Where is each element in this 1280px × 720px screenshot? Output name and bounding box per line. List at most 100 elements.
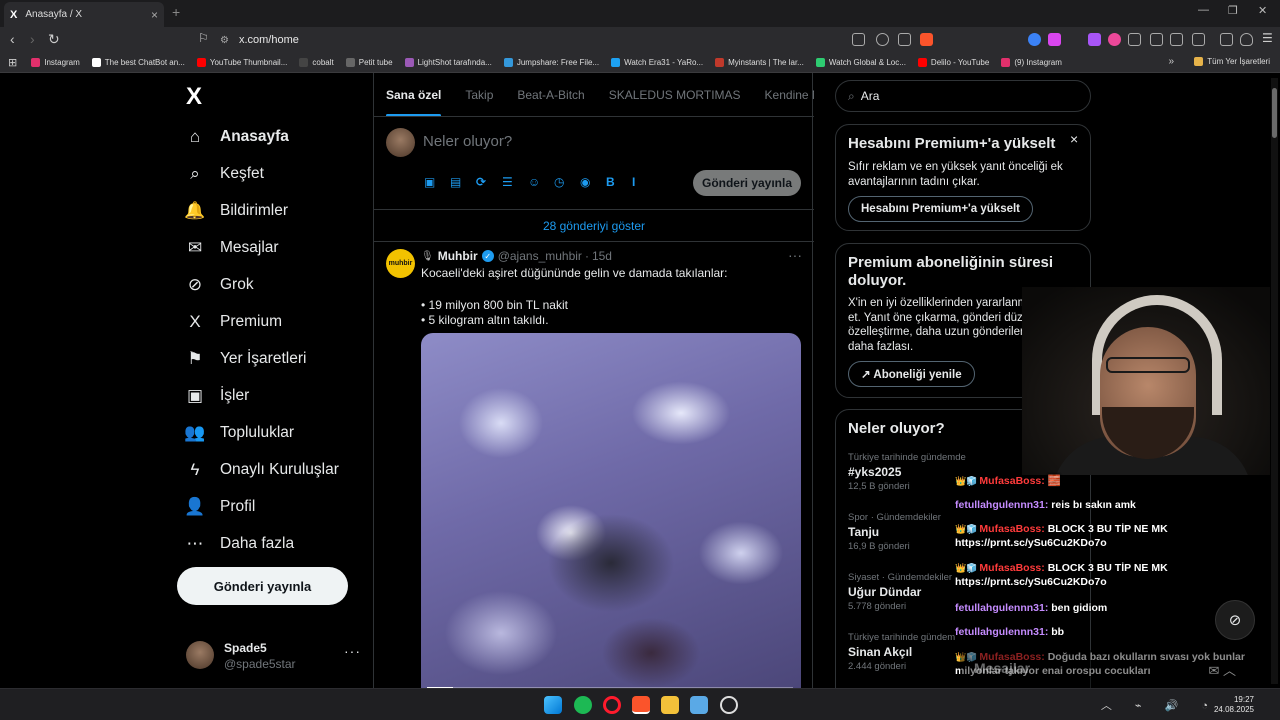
scroll-thumb[interactable] <box>1272 88 1277 138</box>
opera-icon[interactable] <box>603 696 621 714</box>
nav-item-profile[interactable]: 👤 Profil <box>184 489 255 525</box>
forward-icon[interactable]: › <box>30 31 35 47</box>
poll-icon[interactable]: ☰ <box>502 175 528 189</box>
trend-item[interactable]: Siyaset · Gündemdekiler Uğur Dündar 5.778 … <box>848 572 952 612</box>
extension-7-icon[interactable] <box>1170 33 1183 46</box>
browser-tab[interactable]: X Anasayfa / X × <box>4 2 164 27</box>
windows-start-icon[interactable] <box>544 696 562 714</box>
file-explorer-icon[interactable] <box>661 696 679 714</box>
emoji-icon[interactable]: ☺ <box>528 175 554 189</box>
grok-floating-icon[interactable]: ⊘ <box>1215 600 1255 640</box>
nav-item-home[interactable]: ⌂ Anasayfa <box>184 119 289 155</box>
bookmark-item[interactable]: Watch Era31 - YaRo... <box>611 58 703 67</box>
share-icon[interactable] <box>898 33 911 46</box>
spotify-icon[interactable] <box>574 696 592 714</box>
apps-grid-icon[interactable]: ⊞ <box>8 56 17 69</box>
tweet-more-icon[interactable]: ··· <box>788 247 802 263</box>
bookmark-item[interactable]: (9) Instagram <box>1001 58 1062 67</box>
bookmark-item[interactable]: Delilo - YouTube <box>917 58 989 67</box>
upgrade-premium-plus-button[interactable]: Hesabını Premium+'a yükselt <box>848 196 1034 222</box>
url-bar[interactable]: ⚙ x.com/home <box>220 30 950 50</box>
schedule-icon[interactable]: ◷ <box>554 175 580 189</box>
extension-6-icon[interactable] <box>1150 33 1163 46</box>
account-switcher[interactable]: Spade5 @spade5star ··· <box>186 639 364 675</box>
puzzle-extensions-icon[interactable] <box>1192 33 1205 46</box>
music-icon[interactable] <box>1220 33 1233 46</box>
show-new-posts-link[interactable]: 28 gönderiyi göster <box>374 210 814 242</box>
bookmark-item[interactable]: LightShot tarafında... <box>404 58 492 67</box>
timeline-tab[interactable]: Sana özel <box>374 73 453 116</box>
obs-icon[interactable] <box>720 696 738 714</box>
tweet-author-name[interactable]: Muhbir <box>438 249 478 263</box>
bookmark-item[interactable]: YouTube Thumbnail... <box>196 58 287 67</box>
extension-3-icon[interactable] <box>1088 33 1101 46</box>
system-tray-icons[interactable]: ︿ ⌁ 🔊 ◔ <box>1101 697 1218 713</box>
site-info-icon[interactable]: ⚙ <box>220 35 229 46</box>
nav-item-x-premium[interactable]: X Premium <box>184 304 282 340</box>
post-button[interactable]: Gönderi yayınla <box>177 567 348 605</box>
trend-item[interactable]: Türkiye tarihinde gündemde #yks2025 12,5 B… <box>848 452 966 492</box>
system-clock[interactable]: 19:27 24.08.2025 <box>1214 695 1254 715</box>
messages-drawer-icons[interactable]: ✉ ︿ <box>1208 660 1236 679</box>
extension-2-icon[interactable] <box>1048 33 1061 46</box>
nav-item-more-circle[interactable]: ⋯ Daha fazla <box>184 526 295 562</box>
composer-input[interactable]: Neler oluyor? <box>423 133 512 150</box>
vpn-shield-icon[interactable] <box>1240 33 1253 46</box>
brave-icon[interactable] <box>632 696 650 714</box>
nav-item-bell[interactable]: 🔔 Bildirimler <box>184 193 288 229</box>
close-window-icon[interactable]: ✕ <box>1258 4 1267 17</box>
back-icon[interactable]: ‹ <box>10 31 15 47</box>
more-options-icon[interactable]: ··· <box>344 643 361 659</box>
tweet-video[interactable] <box>421 333 801 688</box>
italic-icon[interactable]: I <box>632 175 658 189</box>
reload-icon[interactable]: ↻ <box>48 31 60 48</box>
bookmark-item[interactable]: Instagram <box>31 58 80 67</box>
image-icon[interactable]: ▣ <box>424 175 450 189</box>
bookmarks-overflow-icon[interactable]: » <box>1168 56 1174 67</box>
timeline-tab[interactable]: Beat-A-Bitch <box>505 73 596 116</box>
timeline-tab[interactable]: Kendine Müz <box>753 73 814 116</box>
grok-icon[interactable]: ⟳ <box>476 175 502 189</box>
gif-icon[interactable]: ▤ <box>450 175 476 189</box>
trend-item[interactable]: Türkiye tarihinde gündem Sinan Akçıl 2.444… <box>848 632 955 672</box>
extension-4-icon[interactable] <box>1108 33 1121 46</box>
renew-subscription-button[interactable]: ↗ Aboneliği yenile <box>848 361 975 387</box>
zoom-icon[interactable] <box>876 33 889 46</box>
maximize-icon[interactable]: ❐ <box>1228 4 1238 17</box>
nav-item-communities[interactable]: 👥 Topluluklar <box>184 415 294 451</box>
cast-icon[interactable] <box>852 33 865 46</box>
tweet-avatar[interactable]: muhbir <box>386 249 415 278</box>
page-scrollbar[interactable] <box>1271 78 1278 684</box>
new-tab-icon[interactable]: + <box>172 4 180 20</box>
photos-icon[interactable] <box>690 696 708 714</box>
brave-shield-icon[interactable] <box>920 33 933 46</box>
bookmark-page-icon[interactable]: ⚐ <box>198 31 209 45</box>
bookmark-item[interactable]: Jumpshare: Free File... <box>503 58 599 67</box>
nav-item-lightning[interactable]: ϟ Onaylı Kuruluşlar <box>184 452 339 488</box>
search-input[interactable]: ⌕ Ara <box>835 80 1091 112</box>
nav-item-bookmark[interactable]: ⚑ Yer İşaretleri <box>184 341 306 377</box>
nav-item-grok[interactable]: ⊘ Grok <box>184 267 254 303</box>
all-bookmarks-folder[interactable]: Tüm Yer İşaretleri <box>1194 57 1270 66</box>
bookmark-item[interactable]: Myinstants | The lar... <box>715 58 804 67</box>
messages-drawer[interactable]: Mesajlar ✉ ︿ <box>960 650 1260 688</box>
timeline-tab[interactable]: SKALEDUS MORTIMAS <box>597 73 753 116</box>
location-icon[interactable]: ◉ <box>580 175 606 189</box>
composer-post-button[interactable]: Gönderi yayınla <box>693 170 801 196</box>
nav-item-search[interactable]: ⌕ Keşfet <box>184 156 264 192</box>
bookmark-item[interactable]: Petit tube <box>345 58 393 67</box>
bookmark-item[interactable]: The best ChatBot an... <box>91 58 185 67</box>
extension-1-icon[interactable] <box>1028 33 1041 46</box>
trend-item[interactable]: Spor · Gündemdekiler Tanju 16,9 B gönderi <box>848 512 941 552</box>
tweet-author-handle[interactable]: @ajans_muhbir <box>498 249 582 263</box>
bookmark-item[interactable]: cobalt <box>299 58 334 67</box>
tab-close-icon[interactable]: × <box>151 8 158 22</box>
tweet-timestamp[interactable]: 15d <box>592 249 612 263</box>
extension-5-icon[interactable] <box>1128 33 1141 46</box>
bold-icon[interactable]: B <box>606 175 632 189</box>
menu-icon[interactable]: ☰ <box>1262 31 1273 45</box>
close-icon[interactable]: × <box>1070 131 1078 147</box>
nav-item-briefcase[interactable]: ▣ İşler <box>184 378 249 414</box>
nav-item-mail[interactable]: ✉ Mesajlar <box>184 230 279 266</box>
minimize-icon[interactable]: — <box>1198 4 1209 16</box>
